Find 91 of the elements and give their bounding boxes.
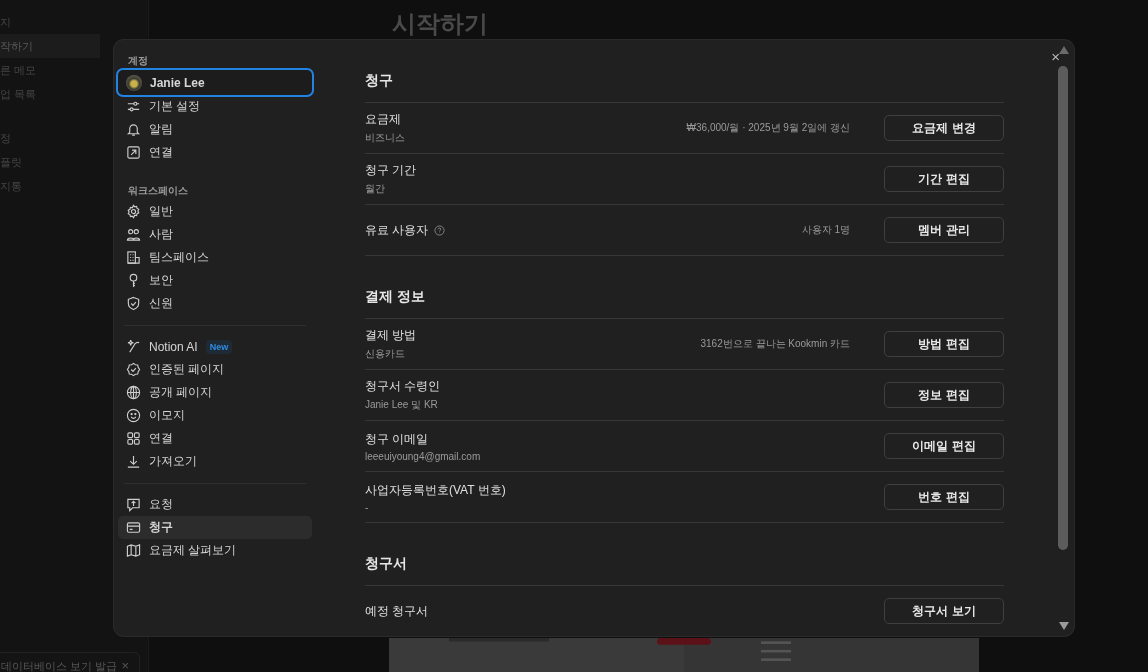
smile-icon xyxy=(126,408,141,423)
section-label: 워크스페이스 xyxy=(127,184,189,198)
item-label: 알림 xyxy=(149,121,173,138)
arrow-box-icon xyxy=(126,145,141,160)
toast-text: 데이터베이스 보기 발급 xyxy=(1,659,118,672)
scroll-down-icon[interactable] xyxy=(1058,622,1070,630)
row-info: 3162번으로 끝나는 Kookmin 카드 xyxy=(700,337,850,351)
sidebar-item[interactable]: 기본 설정 xyxy=(118,95,312,118)
row-info: ₩36,000/월 · 2025년 9월 2일에 갱신 xyxy=(686,121,850,135)
sidebar-item[interactable]: Notion AI New xyxy=(118,335,312,358)
item-label: Notion AI xyxy=(149,339,198,354)
new-badge: New xyxy=(205,339,233,354)
row-label: 청구 기간 xyxy=(365,162,417,179)
map-icon xyxy=(126,543,141,558)
row-label: 청구서 수령인 xyxy=(365,378,441,395)
item-label: 요청 xyxy=(149,496,173,513)
scroll-up-icon[interactable] xyxy=(1058,46,1070,54)
row-value: 비즈니스 xyxy=(365,131,406,145)
sidebar-item[interactable]: 인증된 페이지 xyxy=(118,358,312,381)
section-heading: 청구서 xyxy=(365,523,1004,586)
scrollbar[interactable] xyxy=(1058,66,1068,550)
globe-icon xyxy=(126,385,141,400)
item-label: 일반 xyxy=(149,203,173,220)
page-title: 시작하기 xyxy=(392,9,488,39)
shield-icon xyxy=(126,296,141,311)
download-icon xyxy=(126,454,141,469)
edit-button[interactable]: 기간 편집 xyxy=(884,166,1004,192)
sidebar-item[interactable]: 이모지 xyxy=(118,404,312,427)
sidebar-item[interactable]: 가져오기 xyxy=(118,450,312,473)
sidebar-item[interactable]: 일반 xyxy=(118,200,312,223)
avatar-icon xyxy=(126,74,142,91)
edit-button[interactable]: 정보 편집 xyxy=(884,382,1004,408)
row-info: 사용자 1명 xyxy=(801,223,850,237)
item-label: 이모지 xyxy=(149,407,185,424)
item-label: 팀스페이스 xyxy=(149,249,209,266)
row-value: 월간 xyxy=(365,182,386,196)
item-label: 신원 xyxy=(149,295,173,312)
row-value: 신용카드 xyxy=(365,347,406,361)
item-label: 청구 xyxy=(149,519,173,536)
row-label: 결제 방법 xyxy=(365,327,417,344)
sidebar-item[interactable]: 신원 xyxy=(118,292,312,315)
sidebar-item[interactable]: Janie Lee xyxy=(118,70,312,95)
item-label: 연결 xyxy=(149,430,173,447)
item-label: 사람 xyxy=(149,226,173,243)
edit-button[interactable]: 멤버 관리 xyxy=(884,217,1004,243)
row-value: - xyxy=(365,501,370,513)
card-icon xyxy=(126,520,141,535)
sparkle-icon xyxy=(126,339,141,354)
building-icon xyxy=(126,250,141,265)
item-label: 요금제 살펴보기 xyxy=(149,542,237,559)
row-label: 요금제 xyxy=(365,111,401,128)
edit-button[interactable]: 방법 편집 xyxy=(884,331,1004,357)
row-label: 사업자등록번호(VAT 번호) xyxy=(365,481,506,499)
edit-button[interactable]: 번호 편집 xyxy=(884,484,1004,510)
section-heading: 결제 정보 xyxy=(365,256,1004,319)
section-heading: 청구 xyxy=(365,40,1004,103)
sidebar-item[interactable]: 사람 xyxy=(118,223,312,246)
sidebar-item[interactable]: 보안 xyxy=(118,269,312,292)
upload-chat-icon xyxy=(126,497,141,512)
sidebar-item[interactable]: 요청 xyxy=(118,493,312,516)
item-label: 인증된 페이지 xyxy=(149,361,225,378)
sidebar-item[interactable]: 요금제 살펴보기 xyxy=(118,539,312,562)
row-label: 유료 사용자 xyxy=(365,221,429,239)
item-label: 보안 xyxy=(149,272,173,289)
close-button[interactable]: × xyxy=(1051,50,1060,64)
sidebar-item[interactable]: 연결 xyxy=(118,427,312,450)
sidebar-item[interactable]: 팀스페이스 xyxy=(118,246,312,269)
item-label: 가져오기 xyxy=(149,453,197,470)
row-value: Janie Lee 및 KR xyxy=(365,398,439,412)
help-icon[interactable] xyxy=(434,224,446,236)
edit-button[interactable]: 요금제 변경 xyxy=(884,115,1004,141)
people-icon xyxy=(126,227,141,242)
sliders-icon xyxy=(126,99,141,114)
item-label: 공개 페이지 xyxy=(149,384,213,401)
sidebar-item[interactable]: 공개 페이지 xyxy=(118,381,312,404)
sidebar-item[interactable]: 연결 xyxy=(118,141,312,164)
bell-icon xyxy=(126,122,141,137)
row-label: 청구 이메일 xyxy=(365,430,429,448)
edit-button[interactable]: 청구서 보기 xyxy=(884,598,1004,624)
badge-check-icon xyxy=(126,362,141,377)
section-label: 계정 xyxy=(127,54,149,68)
sidebar-item[interactable]: 청구 xyxy=(118,516,312,539)
row-value: leeeuiyoung4@gmail.com xyxy=(365,450,482,462)
gear-icon xyxy=(126,204,141,219)
item-label: 연결 xyxy=(149,144,173,161)
sidebar-item[interactable]: 알림 xyxy=(118,118,312,141)
item-label: Janie Lee xyxy=(150,75,205,90)
edit-button[interactable]: 이메일 편집 xyxy=(884,433,1004,459)
item-label: 기본 설정 xyxy=(149,98,201,115)
row-label: 예정 청구서 xyxy=(365,602,429,620)
grid-icon xyxy=(126,431,141,446)
